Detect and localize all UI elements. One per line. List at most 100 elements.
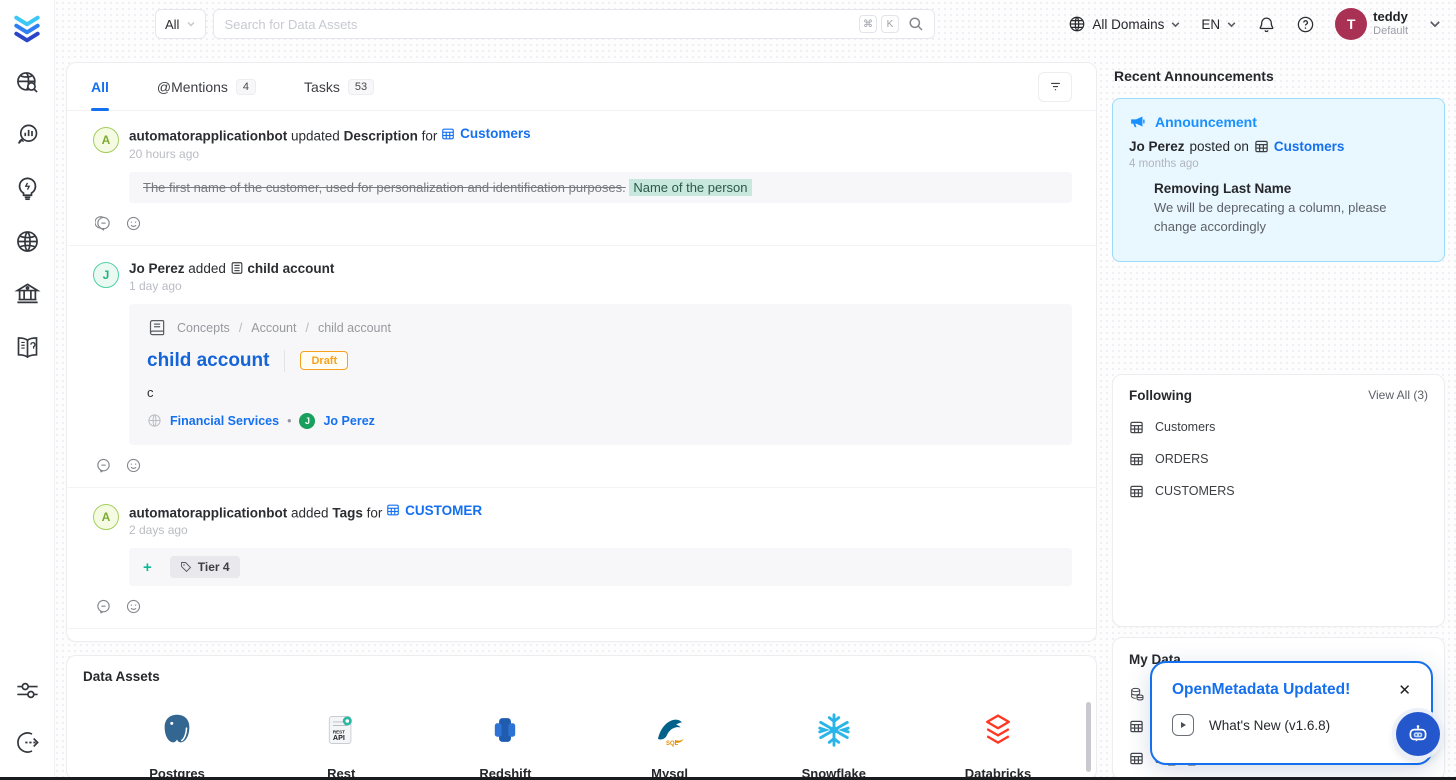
search-icon[interactable] [908, 16, 924, 32]
user-name: teddy [1373, 9, 1408, 25]
entity-link[interactable]: Customers [1254, 139, 1345, 154]
search-input[interactable] [224, 17, 859, 32]
global-search: All ⌘ K [155, 9, 935, 39]
tag-chip[interactable]: Tier 4 [170, 556, 240, 578]
owner-avatar: J [299, 413, 315, 429]
feed-item-description-update: A automatorapplicationbot updated Descri… [67, 111, 1096, 232]
glossary-term-description: c [147, 385, 1054, 400]
assistant-bot-button[interactable] [1396, 712, 1440, 756]
service-mysql[interactable]: SQL Mysql [588, 709, 752, 780]
add-reaction-icon[interactable] [125, 598, 142, 615]
sidebar-nav [13, 68, 41, 361]
insights-icon [14, 175, 41, 202]
whats-new-popup: OpenMetadata Updated! ✕ What's New (v1.6… [1150, 661, 1433, 765]
feed-item-title: automatorapplicationbot updated Descript… [129, 126, 531, 144]
learning-icon [14, 334, 41, 361]
svg-text:API: API [333, 733, 345, 742]
service-databricks[interactable]: Databricks [916, 709, 1080, 780]
data-assets-heading: Data Assets [83, 669, 1080, 684]
table-icon [441, 127, 455, 141]
feed-list: A automatorapplicationbot updated Descri… [67, 111, 1096, 641]
sidebar-item-observability[interactable] [13, 121, 41, 149]
following-view-all-link[interactable]: View All (3) [1368, 388, 1428, 402]
help-button[interactable] [1296, 15, 1315, 34]
comment-icon[interactable] [95, 598, 112, 615]
sidebar-item-explore[interactable] [13, 68, 41, 96]
filter-icon [1048, 79, 1063, 94]
entity-link[interactable]: CUSTOMER [386, 503, 482, 518]
settings-icon [14, 677, 41, 704]
draft-status-badge: Draft [300, 351, 348, 370]
user-avatar: T [1335, 8, 1367, 40]
user-menu[interactable]: T teddy Default [1335, 8, 1408, 40]
entity-link[interactable]: Customers [441, 126, 531, 141]
notifications-button[interactable] [1257, 15, 1276, 34]
play-icon [1172, 714, 1194, 736]
globe-icon [1068, 15, 1086, 33]
whats-new-link[interactable]: What's New (v1.6.8) [1172, 714, 1411, 736]
domains-dropdown[interactable]: All Domains [1068, 15, 1181, 33]
help-icon [1296, 15, 1315, 34]
k-key: K [881, 15, 899, 33]
table-icon [1129, 484, 1144, 499]
tab-mentions[interactable]: @Mentions 4 [157, 63, 256, 110]
table-icon [386, 503, 400, 517]
add-tag-button[interactable]: + [143, 559, 152, 576]
user-team: Default [1373, 25, 1408, 39]
owner-link[interactable]: Jo Perez [323, 414, 374, 428]
service-redshift[interactable]: Redshift [423, 709, 587, 780]
feed-item-tags-added-metrics-view: A automatorapplicationbot added Tags for [67, 628, 1096, 641]
language-dropdown[interactable]: EN [1201, 17, 1237, 32]
service-rest[interactable]: RESTAPI Rest [259, 709, 423, 780]
announcement-title: Removing Last Name [1154, 181, 1428, 196]
tab-tasks[interactable]: Tasks 53 [304, 63, 374, 110]
tab-all[interactable]: All [91, 63, 109, 110]
following-panel: Following View All (3) Customers ORDERS … [1112, 374, 1445, 627]
following-item[interactable]: CUSTOMERS [1129, 484, 1428, 499]
chevron-down-icon[interactable] [1428, 17, 1442, 31]
diff-added-text: Name of the person [629, 179, 751, 196]
add-reaction-icon[interactable] [125, 457, 142, 474]
add-reaction-icon[interactable] [125, 215, 142, 232]
logout-icon [14, 729, 41, 756]
comment-icon[interactable] [95, 215, 112, 232]
sidebar-footer [13, 676, 41, 756]
description-diff: The first name of the customer, used for… [129, 172, 1072, 203]
data-assets-grid: Postgres RESTAPI Rest Redsh [83, 709, 1080, 780]
explore-icon [14, 69, 41, 96]
feed-filter-button[interactable] [1038, 72, 1072, 102]
sidebar-item-govern[interactable] [13, 280, 41, 308]
diff-removed-text: The first name of the customer, used for… [143, 180, 626, 195]
following-item[interactable]: Customers [1129, 420, 1428, 435]
domain-link[interactable]: Financial Services [170, 414, 279, 428]
database-schema-icon [1129, 686, 1145, 702]
search-scope-dropdown[interactable]: All [155, 9, 206, 39]
sidebar-item-logout[interactable] [13, 728, 41, 756]
announcement-byline: Jo Perez posted on Customers [1129, 139, 1428, 154]
service-postgres[interactable]: Postgres [95, 709, 259, 780]
announcement-card[interactable]: Announcement Jo Perez posted on Customer… [1112, 98, 1445, 262]
govern-icon [14, 281, 41, 308]
rest-api-logo: RESTAPI [320, 709, 362, 751]
assets-scrollbar[interactable] [1086, 702, 1091, 772]
close-icon[interactable]: ✕ [1398, 683, 1411, 698]
glossary-term-title[interactable]: child account [147, 350, 269, 372]
comment-icon[interactable] [95, 457, 112, 474]
svg-text:SQL: SQL [666, 741, 679, 747]
sidebar-item-domains[interactable] [13, 227, 41, 255]
robot-icon [1405, 721, 1431, 747]
databricks-logo [977, 709, 1019, 751]
sidebar-item-insights[interactable] [13, 174, 41, 202]
sidebar-item-learning[interactable] [13, 333, 41, 361]
timestamp: 2 days ago [129, 523, 482, 537]
cmd-key: ⌘ [859, 15, 877, 33]
tags-change-row: + Tier 4 [129, 548, 1072, 586]
service-snowflake[interactable]: Snowflake [752, 709, 916, 780]
table-icon [1129, 420, 1144, 435]
search-input-box: ⌘ K [213, 9, 935, 39]
following-item[interactable]: ORDERS [1129, 452, 1428, 467]
popup-title: OpenMetadata Updated! [1172, 681, 1350, 699]
sidebar-item-settings[interactable] [13, 676, 41, 704]
announcement-author: Jo Perez [1129, 139, 1185, 154]
openmetadata-logo[interactable] [10, 10, 44, 44]
